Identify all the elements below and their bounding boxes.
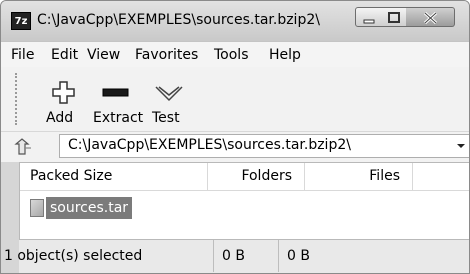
menu-bar: File Edit View Favorites Tools Help — [1, 41, 469, 68]
column-header-packed-size[interactable]: Packed Size — [20, 163, 208, 191]
app-7z-icon[interactable]: 7z — [11, 12, 31, 30]
minus-icon — [102, 88, 129, 97]
minimize-button[interactable] — [355, 7, 382, 27]
menu-view[interactable]: View — [87, 47, 120, 63]
app-window: 7z C:\JavaCpp\EXEMPLES\sources.tar.bzip2… — [0, 0, 470, 274]
folder-up-icon[interactable] — [13, 138, 35, 156]
maximize-button[interactable] — [381, 7, 407, 27]
checkmark-icon — [155, 86, 183, 102]
list-item-name: sources.tar — [46, 197, 133, 219]
menu-tools[interactable]: Tools — [214, 47, 249, 63]
add-label: Add — [46, 110, 74, 126]
title-bar[interactable]: 7z C:\JavaCpp\EXEMPLES\sources.tar.bzip2… — [1, 1, 469, 41]
column-header-filler — [413, 163, 469, 191]
file-list[interactable]: Packed Size Folders Files sources.tar — [19, 162, 469, 240]
address-bar: C:\JavaCpp\EXEMPLES\sources.tar.bzip2\ — [1, 131, 469, 162]
plus-icon — [52, 81, 75, 104]
window-title: C:\JavaCpp\EXEMPLES\sources.tar.bzip2\ — [37, 12, 320, 28]
maximize-icon — [388, 12, 400, 23]
menu-help[interactable]: Help — [269, 47, 301, 63]
menu-file[interactable]: File — [11, 47, 34, 63]
column-header-files[interactable]: Files — [305, 163, 413, 191]
close-icon — [423, 11, 438, 25]
menu-edit[interactable]: Edit — [51, 47, 78, 63]
address-input[interactable]: C:\JavaCpp\EXEMPLES\sources.tar.bzip2\ — [59, 134, 469, 158]
test-label: Test — [152, 110, 180, 126]
chevron-down-icon[interactable] — [453, 135, 469, 157]
extract-label: Extract — [93, 110, 144, 126]
archive-file-icon — [30, 199, 44, 217]
close-button[interactable] — [406, 7, 455, 27]
menu-favorites[interactable]: Favorites — [135, 47, 198, 63]
address-path: C:\JavaCpp\EXEMPLES\sources.tar.bzip2\ — [68, 137, 351, 153]
minimize-icon — [363, 19, 375, 24]
status-bar: 1 object(s) selected 0 B 0 B — [4, 239, 469, 273]
column-header-folders[interactable]: Folders — [208, 163, 305, 191]
toolbar-grip[interactable] — [15, 73, 19, 125]
status-size: 0 B — [214, 240, 279, 272]
status-selection-count: 1 object(s) selected — [4, 240, 214, 272]
status-packed-size: 0 B — [287, 248, 310, 264]
